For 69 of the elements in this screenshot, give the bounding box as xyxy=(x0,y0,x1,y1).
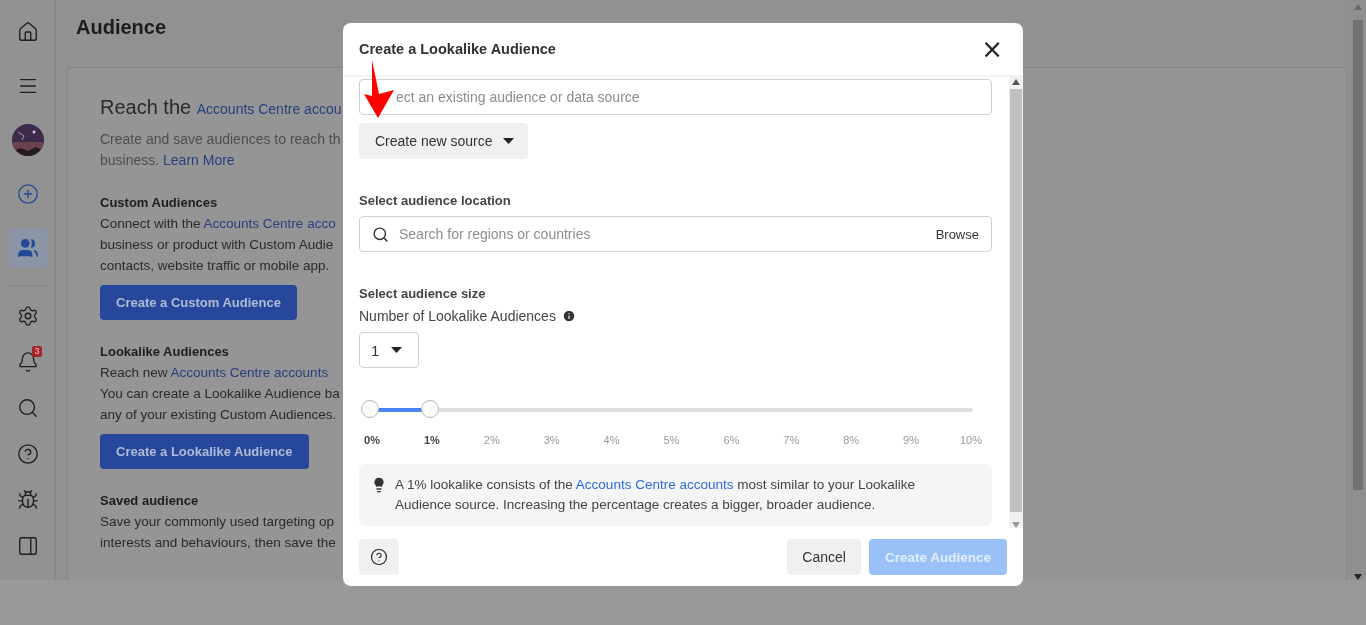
lightbulb-icon xyxy=(371,477,387,493)
location-label: Select audience location xyxy=(359,193,512,208)
section-text: Save your commonly used targeting op xyxy=(100,513,335,531)
section-text: any of your existing Custom Audiences. xyxy=(100,406,337,424)
percent-tick: 6% xyxy=(722,434,741,446)
percent-tick: 9% xyxy=(902,434,920,446)
section-text: contacts, website traffic or mobile app. xyxy=(100,257,330,275)
section-text: Connect with the xyxy=(100,216,202,231)
caret-icon xyxy=(502,138,514,144)
hero-text: business. xyxy=(100,152,160,168)
search-icon xyxy=(372,225,389,243)
people-icon[interactable] xyxy=(16,237,39,259)
accounts-link[interactable]: Accounts Centre accou xyxy=(196,101,342,117)
settings-icon[interactable] xyxy=(16,305,39,327)
accounts-link[interactable]: Accounts Centre accounts xyxy=(575,477,734,492)
browse-link[interactable]: Browse xyxy=(935,226,979,242)
page-title: Audience xyxy=(76,16,168,39)
slider-handle[interactable] xyxy=(421,400,440,418)
close-button[interactable]: × xyxy=(977,36,1007,62)
percent-tick: 4% xyxy=(602,434,621,446)
accounts-link[interactable]: Accounts Centre accounts xyxy=(170,365,329,380)
learn-more-link[interactable]: Learn More xyxy=(163,152,235,168)
search-icon[interactable] xyxy=(16,397,39,419)
scroll-up-icon[interactable] xyxy=(1012,79,1020,85)
help-icon[interactable] xyxy=(16,443,39,465)
section-title: Custom Audiences xyxy=(100,194,218,212)
scroll-down-icon[interactable] xyxy=(1354,574,1362,580)
create-audience-button[interactable]: Create a Lookalike Audience xyxy=(100,434,309,469)
notification-badge: 3 xyxy=(32,346,42,357)
accounts-link[interactable]: Accounts Centre acco xyxy=(203,216,336,231)
panel-icon[interactable] xyxy=(16,535,39,557)
percent-tick: 1% xyxy=(422,434,441,446)
info-icon[interactable] xyxy=(561,309,576,323)
add-icon[interactable] xyxy=(16,183,39,205)
section-text: interests and behaviours, then save the xyxy=(100,534,336,552)
dialog-title: Create a Lookalike Audience xyxy=(359,41,556,57)
percent-tick: 7% xyxy=(782,434,801,446)
section-text: Reach new xyxy=(100,365,169,380)
section-title: Lookalike Audiences xyxy=(100,343,229,361)
help-button[interactable] xyxy=(359,539,399,575)
hero-heading: Reach the xyxy=(100,96,192,118)
create-source-button[interactable]: Create new source xyxy=(359,123,528,159)
section-title: Saved audience xyxy=(100,492,199,510)
percent-tick: 0% xyxy=(363,434,381,446)
arrow-annotation xyxy=(364,60,394,118)
tip-text: A 1% lookalike consists of the Accounts Centre accounts most similar to your Lookalike Audience source. Increasing the percentage creates a bigger, broader audience. xyxy=(395,476,917,514)
percent-tick: 5% xyxy=(662,434,681,446)
caret-icon xyxy=(391,347,403,353)
size-label: Select audience size xyxy=(359,286,487,301)
count-select[interactable]: 1 xyxy=(359,332,419,368)
help-icon xyxy=(370,548,388,566)
hero-text: Create and save audiences to reach th xyxy=(100,130,341,149)
source-field[interactable]: ect an existing audience or data source xyxy=(359,79,992,115)
create-audience-button[interactable]: Create a Custom Audience xyxy=(100,285,297,320)
home-icon[interactable] xyxy=(16,21,39,43)
percent-tick: 3% xyxy=(542,434,561,446)
bug-icon[interactable] xyxy=(16,489,39,511)
count-label: Number of Lookalike Audiences xyxy=(359,308,556,324)
percent-tick: 8% xyxy=(842,434,861,446)
slider-handle[interactable] xyxy=(361,400,379,418)
sidebar-item[interactable] xyxy=(7,228,48,268)
page-scrollbar[interactable] xyxy=(1350,0,1366,580)
percent-tick: 2% xyxy=(482,434,501,446)
section-text: You can create a Lookalike Audience ba xyxy=(100,385,340,403)
location-search-field[interactable]: Search for regions or countries Browse xyxy=(359,216,992,252)
cancel-button[interactable]: Cancel xyxy=(787,539,861,575)
section-text: business or product with Custom Audie xyxy=(100,236,334,254)
dialog-scrollbar[interactable] xyxy=(1009,75,1023,528)
percent-tick: 10% xyxy=(959,434,982,446)
